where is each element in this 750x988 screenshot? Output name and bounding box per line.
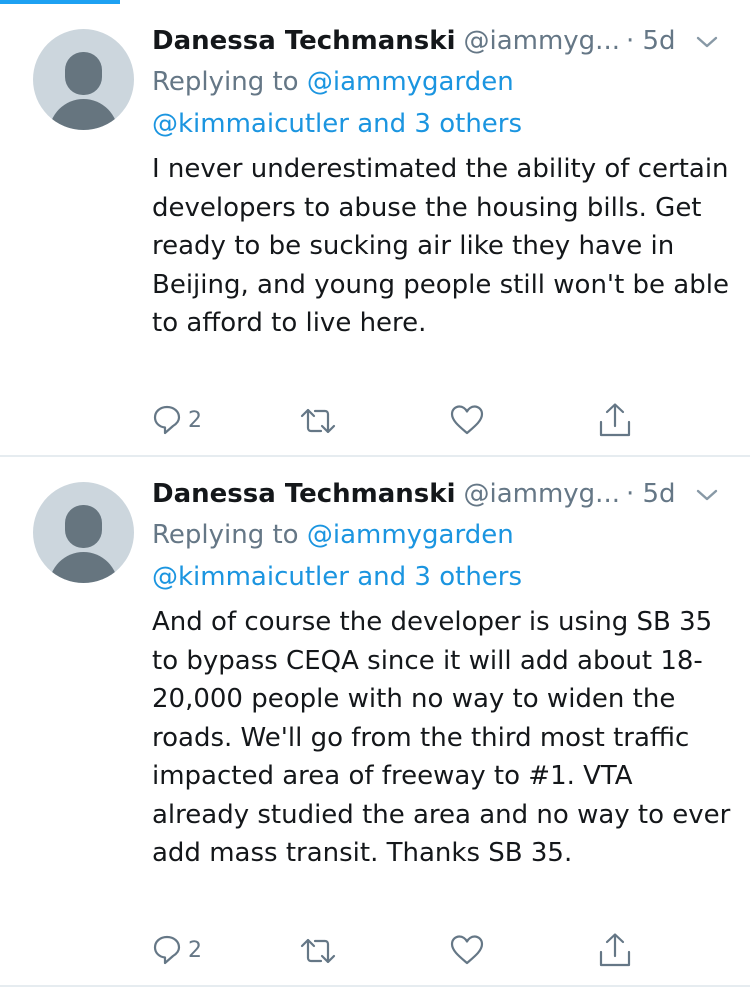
author-handle[interactable]: @iammyg... [463, 479, 620, 509]
reply-button[interactable]: 2 [152, 404, 202, 436]
share-button[interactable] [598, 402, 632, 438]
replying-others-link[interactable]: @kimmaicutler and 3 others [152, 109, 522, 139]
replying-prefix: Replying to [152, 520, 299, 550]
replying-others-line: @kimmaicutler and 3 others [152, 103, 522, 145]
replying-others-link[interactable]: @kimmaicutler and 3 others [152, 562, 522, 592]
replying-to-line: Replying to @iammygarden [152, 61, 514, 103]
like-icon [450, 935, 484, 965]
tweet-divider [0, 985, 750, 987]
replying-to-link[interactable]: @iammygarden [307, 520, 514, 550]
like-button[interactable] [450, 934, 484, 966]
replying-to-line: Replying to @iammygarden [152, 514, 514, 556]
tweet-text: I never underestimated the ability of ce… [152, 154, 729, 338]
reply-count: 2 [188, 937, 202, 963]
chevron-down-icon[interactable] [694, 29, 720, 55]
tweet-header: Danessa Techmanski @iammyg... · 5d [152, 477, 676, 511]
timestamp[interactable]: · 5d [626, 479, 676, 509]
author-handle[interactable]: @iammyg... [463, 26, 620, 56]
reply-button[interactable]: 2 [152, 934, 202, 966]
like-icon [450, 405, 484, 435]
like-button[interactable] [450, 404, 484, 436]
tweet[interactable]: Danessa Techmanski @iammyg... · 5d Reply… [0, 456, 750, 988]
tweet-actions: 2 [150, 402, 650, 442]
share-icon [599, 933, 631, 967]
timestamp[interactable]: · 5d [626, 26, 676, 56]
chevron-down-icon[interactable] [694, 482, 720, 508]
tweet[interactable]: Danessa Techmanski @iammyg... · 5d Reply… [0, 0, 750, 456]
reply-icon [153, 935, 181, 965]
avatar[interactable] [33, 29, 134, 130]
tweet-text: And of course the developer is using SB … [152, 607, 731, 868]
share-button[interactable] [598, 932, 632, 968]
retweet-button[interactable] [300, 936, 336, 966]
author-name[interactable]: Danessa Techmanski [152, 479, 455, 509]
avatar-placeholder-icon [65, 52, 102, 95]
reply-icon [153, 405, 181, 435]
author-name[interactable]: Danessa Techmanski [152, 26, 455, 56]
retweet-icon [300, 938, 336, 964]
avatar-placeholder-icon [65, 505, 102, 548]
reply-count: 2 [188, 407, 202, 433]
tweet-header: Danessa Techmanski @iammyg... · 5d [152, 24, 676, 58]
replying-others-line: @kimmaicutler and 3 others [152, 556, 522, 598]
tweet-actions: 2 [150, 932, 650, 972]
retweet-button[interactable] [300, 406, 336, 436]
avatar[interactable] [33, 482, 134, 583]
replying-prefix: Replying to [152, 67, 299, 97]
retweet-icon [300, 408, 336, 434]
replying-to-link[interactable]: @iammygarden [307, 67, 514, 97]
share-icon [599, 403, 631, 437]
